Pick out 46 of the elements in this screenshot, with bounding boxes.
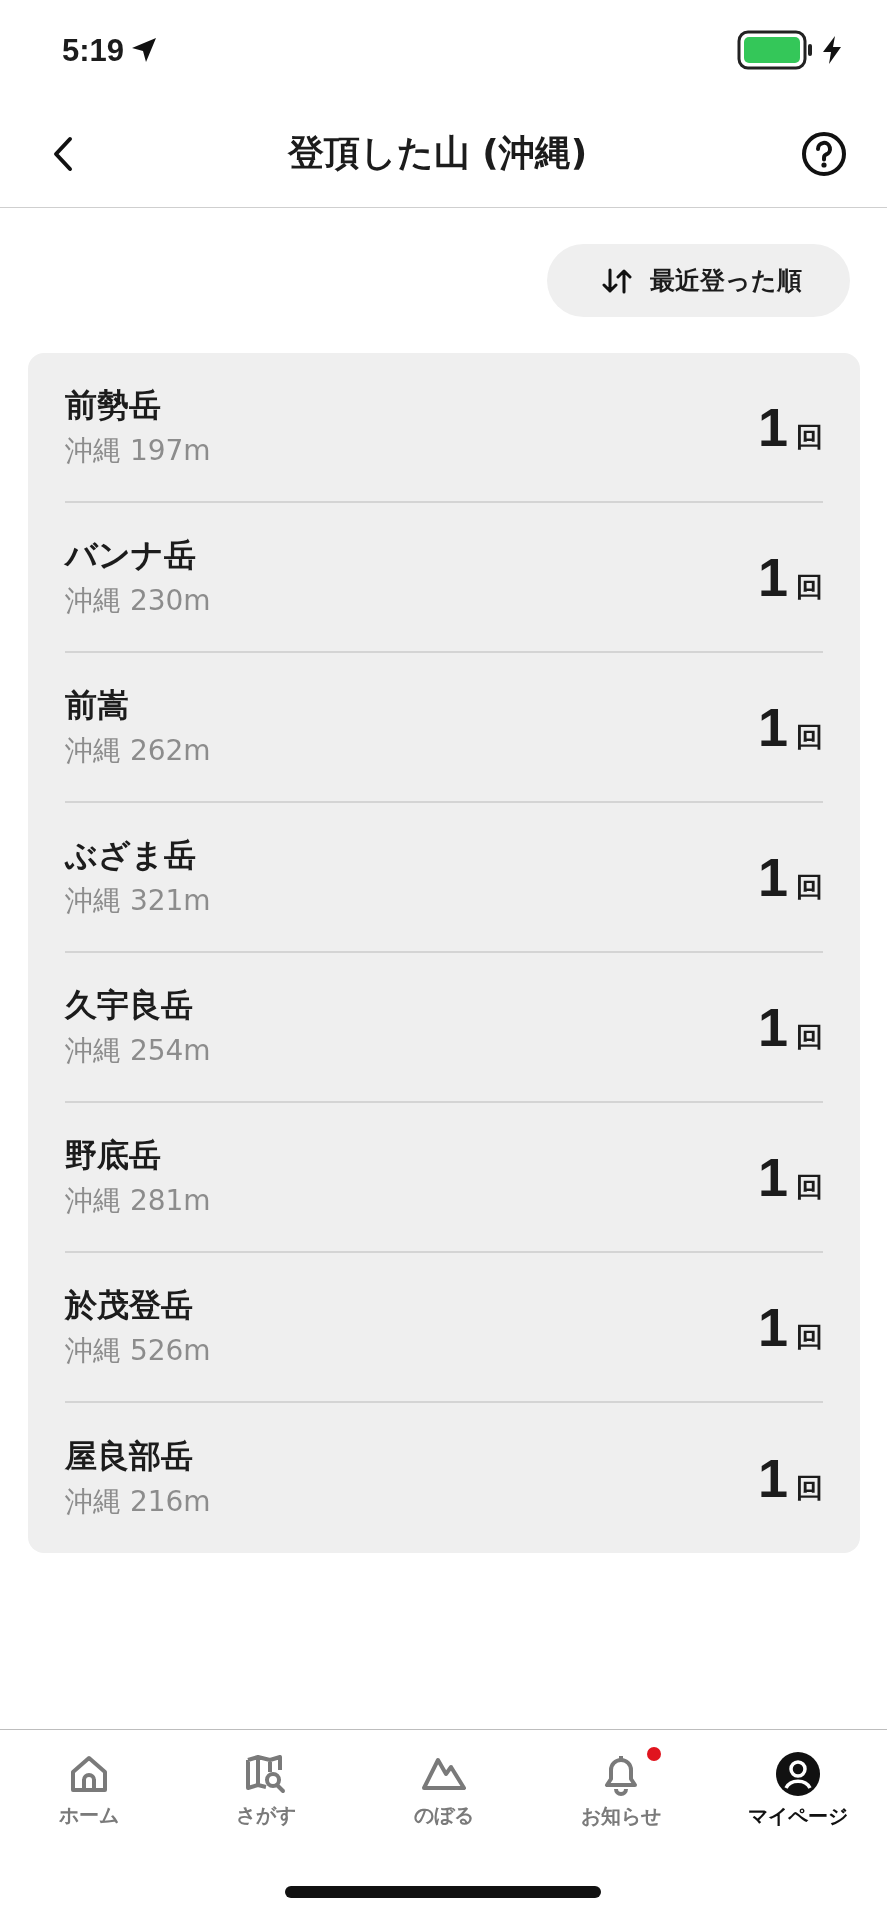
mountain-name[interactable]: 久宇良岳 [65, 984, 211, 1028]
climb-count: 1 [757, 846, 788, 908]
mountain-name[interactable]: 於茂登岳 [65, 1284, 211, 1328]
count-unit: 回 [796, 1471, 823, 1505]
count-unit: 回 [796, 570, 823, 604]
count-unit: 回 [796, 1320, 823, 1354]
mountain-detail: 沖縄 230m [65, 583, 211, 619]
back-icon[interactable] [52, 135, 74, 172]
count-unit: 回 [796, 870, 823, 904]
climb-count: 1 [757, 396, 788, 458]
climb-count: 1 [757, 1447, 788, 1509]
mountain-detail: 沖縄 321m [65, 883, 211, 919]
mountain-detail: 沖縄 281m [65, 1183, 211, 1219]
tab-bar-item[interactable]: マイページ [709, 1750, 887, 1830]
climb-count: 1 [757, 1296, 788, 1358]
mountain-name[interactable]: 屋良部岳 [65, 1435, 211, 1479]
count-unit: 回 [796, 1020, 823, 1054]
mountain-detail: 沖縄 262m [65, 733, 211, 769]
tab-bar-item[interactable]: のぼる [354, 1751, 533, 1829]
climb-count: 1 [757, 1146, 788, 1208]
climb-count: 1 [757, 696, 788, 758]
page-title: 登頂した山 (沖縄) [287, 131, 588, 175]
location-arrow-icon [130, 36, 159, 64]
climb-count: 1 [757, 996, 788, 1058]
mountain-detail: 沖縄 197m [65, 433, 211, 469]
mountain-name[interactable]: ぶざま岳 [65, 834, 211, 878]
status-time: 5:19 [62, 34, 125, 66]
count-unit: 回 [796, 720, 823, 754]
profile-icon [775, 1750, 822, 1797]
mountain-detail: 沖縄 526m [65, 1333, 211, 1369]
mountain-name[interactable]: 野底岳 [65, 1134, 211, 1178]
battery-icon [737, 30, 813, 70]
sort-arrows-icon [602, 267, 632, 294]
mountain-detail: 沖縄 254m [65, 1033, 211, 1069]
mountain-name[interactable]: バンナ岳 [65, 534, 211, 578]
tab-bar-item[interactable]: さがす [177, 1751, 355, 1829]
sort-button[interactable]: 最近登った順 [547, 244, 850, 317]
tab-bar-item[interactable]: ホーム [0, 1751, 178, 1829]
help-icon[interactable] [801, 130, 847, 177]
mountain-detail: 沖縄 216m [65, 1484, 211, 1520]
climb-count: 1 [757, 546, 788, 608]
mountain-name[interactable]: 前嵩 [65, 684, 211, 728]
count-unit: 回 [796, 420, 823, 454]
tab-bar-item[interactable]: お知らせ [532, 1750, 710, 1830]
count-unit: 回 [796, 1170, 823, 1204]
mountain-name[interactable]: 前勢岳 [65, 384, 211, 428]
